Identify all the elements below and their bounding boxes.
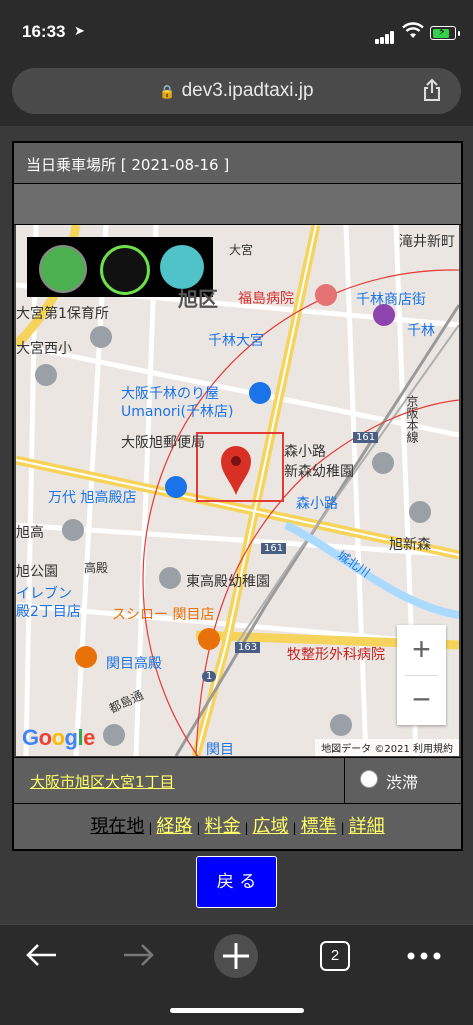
mode-menu: 現在地 | 経路 | 料金 | 広域 | 標準 | 詳細 (14, 804, 461, 849)
google-logo: Google (22, 725, 95, 750)
map-label: 高殿 (84, 561, 109, 575)
menu-standard[interactable]: 標準 (301, 816, 337, 837)
map-label: 大宮西小 (16, 341, 72, 357)
address-bar[interactable]: 🔒 dev3.ipadtaxi.jp (12, 68, 461, 114)
info-band (14, 184, 461, 225)
map-label: 京阪本線 (405, 395, 419, 443)
url-text: dev3.ipadtaxi.jp (181, 80, 314, 101)
map-label: 万代 旭高殿店 (48, 490, 137, 506)
battery-icon: ⚡ (430, 25, 460, 40)
map-label: 千林 (407, 323, 435, 339)
map-label: 旭高 (16, 525, 44, 541)
route-shield: 161 (261, 543, 287, 554)
map-label: 森小路 (284, 444, 326, 460)
map-label: 関目高殿 (106, 656, 162, 672)
map-label: 大阪旭郵便局 (121, 435, 205, 451)
route-shield: 163 (235, 642, 261, 653)
menu-fare[interactable]: 料金 (204, 816, 240, 837)
menu-route[interactable]: 経路 (156, 816, 192, 837)
map-label: 新森幼稚園 (284, 464, 354, 480)
map-label: 千林商店街 (356, 292, 426, 308)
map-label: 旭区 (178, 287, 218, 311)
zoom-control: + − (397, 625, 446, 725)
lock-icon: 🔒 (159, 84, 176, 99)
zoom-out-button[interactable]: − (397, 675, 446, 725)
map[interactable]: 滝井新町 大宮 旭区 大宮第1保育所 大宮西小 福島病院 千林商店街 千林大宮 … (16, 225, 459, 756)
more-icon[interactable] (406, 951, 442, 961)
forward-arrow-icon[interactable] (122, 941, 156, 969)
address-row: 大阪市旭区大宮1丁目 渋滞 (14, 757, 461, 804)
route-shield: 161 (353, 432, 379, 443)
map-label: 旭公園 (16, 564, 58, 580)
route-map-icon[interactable] (39, 245, 87, 293)
share-icon[interactable] (423, 78, 441, 102)
new-tab-icon[interactable] (213, 933, 259, 979)
map-label: 千林大宮 (208, 333, 264, 349)
map-label: 森小路 (296, 496, 338, 512)
menu-detail[interactable]: 詳細 (349, 816, 385, 837)
map-label: 殿2丁目店 (16, 604, 81, 620)
map-label: 牧整形外科病院 (287, 647, 385, 663)
back-button[interactable]: 戻 る (196, 856, 277, 908)
tabs-button[interactable]: 2 (320, 941, 350, 971)
menu-current-location[interactable]: 現在地 (90, 816, 144, 837)
page-title: 当日乗車場所 [ 2021-08-16 ] (14, 143, 461, 184)
map-attribution[interactable]: 地図データ ©2021 利用規約 (315, 739, 459, 756)
location-arrow-icon: ➤ (74, 24, 85, 39)
cellular-signal-icon (375, 25, 395, 44)
wifi-icon (402, 22, 424, 38)
address-link[interactable]: 大阪市旭区大宮1丁目 (30, 771, 175, 792)
map-label: 大宮 (229, 243, 254, 257)
map-label: Umanori(千林店) (121, 404, 234, 420)
map-label: 大宮第1保育所 (16, 306, 109, 322)
map-label: 旭新森 (389, 537, 431, 553)
map-label: イレブン (16, 586, 72, 602)
home-indicator (170, 1008, 304, 1013)
traffic-label: 渋滞 (386, 773, 419, 792)
map-label: 関目 (206, 742, 234, 756)
map-label: 滝井新町 (399, 234, 455, 250)
map-label: 福島病院 (238, 291, 294, 307)
map-label: 東高殿幼稚園 (186, 574, 270, 590)
traffic-checkbox[interactable] (360, 770, 378, 788)
status-time: 16:33 (22, 22, 66, 41)
tab-count: 2 (330, 947, 340, 964)
map-label: スシロー 関目店 (112, 607, 215, 623)
flashlight-icon[interactable] (100, 245, 150, 295)
route-shield: 1 (202, 671, 217, 682)
back-arrow-icon[interactable] (24, 941, 58, 969)
status-bar: 16:33 ➤ ⚡ (0, 0, 473, 56)
map-label: 大阪千林のり屋 (121, 386, 219, 402)
taxi-panel: 当日乗車場所 [ 2021-08-16 ] 滝井新町 大宮 旭区 大宮第1保育所… (12, 141, 463, 851)
zoom-in-button[interactable]: + (397, 625, 446, 675)
menu-wide[interactable]: 広域 (253, 816, 289, 837)
